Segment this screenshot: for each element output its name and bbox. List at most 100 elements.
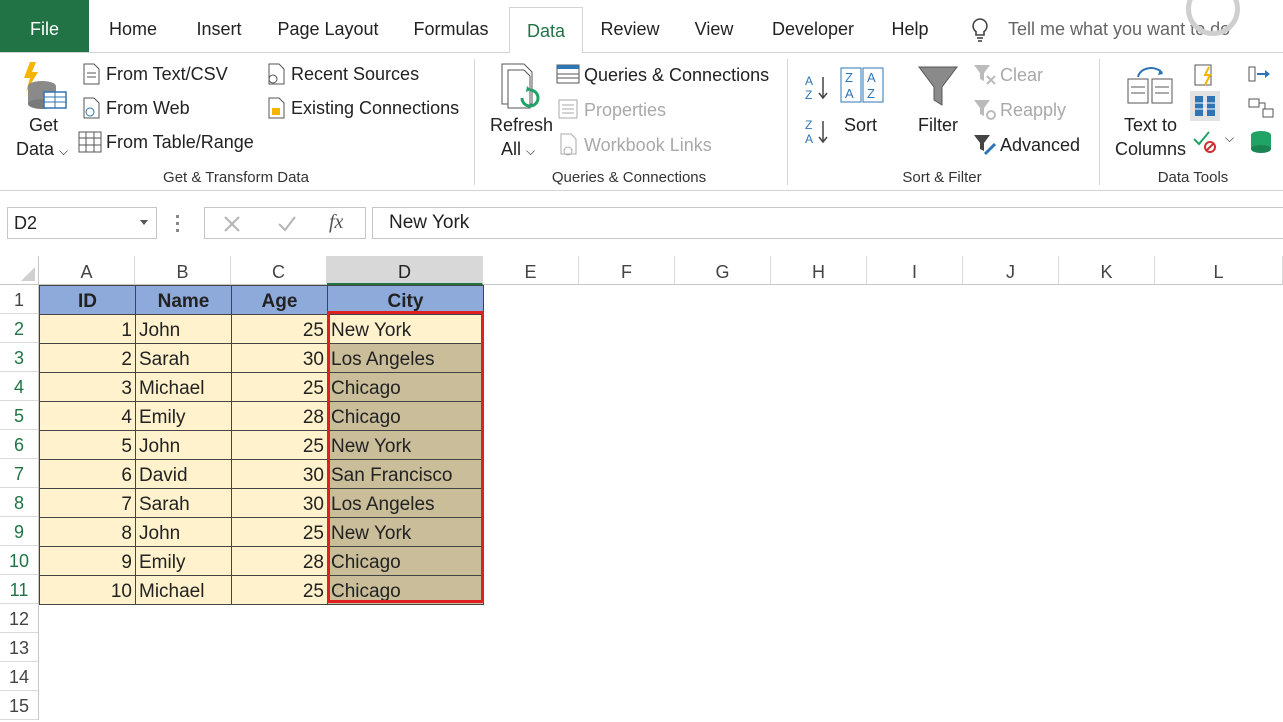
table-cell[interactable]: 1 — [39, 314, 136, 344]
table-cell[interactable]: New York — [327, 314, 484, 344]
existing-connections-button[interactable]: Existing Connections — [291, 98, 459, 119]
tab-view[interactable]: View — [688, 0, 740, 52]
row-header-14[interactable]: 14 — [0, 662, 39, 691]
table-cell[interactable]: 25 — [231, 430, 328, 460]
filter-button[interactable]: Filter — [918, 115, 958, 136]
clear-button[interactable]: Clear — [1000, 65, 1043, 86]
table-cell[interactable]: 28 — [231, 401, 328, 431]
table-cell[interactable]: 25 — [231, 575, 328, 605]
row-header-6[interactable]: 6 — [0, 430, 39, 459]
table-cell[interactable]: 2 — [39, 343, 136, 373]
table-cell[interactable]: Michael — [135, 575, 232, 605]
table-cell[interactable]: San Francisco — [327, 459, 484, 489]
column-header-f[interactable]: F — [579, 256, 675, 285]
refresh-all-button[interactable]: All ⌵ — [501, 139, 535, 160]
table-cell[interactable]: Emily — [135, 546, 232, 576]
table-cell[interactable]: 25 — [231, 314, 328, 344]
row-header-11[interactable]: 11 — [0, 575, 39, 604]
refresh-label-1[interactable]: Refresh — [490, 115, 553, 136]
row-header-2[interactable]: 2 — [0, 314, 39, 343]
table-cell[interactable]: 10 — [39, 575, 136, 605]
table-cell[interactable]: 30 — [231, 459, 328, 489]
row-header-7[interactable]: 7 — [0, 459, 39, 488]
row-header-1[interactable]: 1 — [0, 285, 39, 314]
name-box[interactable]: D2 — [7, 207, 157, 239]
chevron-down-icon[interactable] — [140, 220, 148, 225]
column-header-g[interactable]: G — [675, 256, 771, 285]
tab-home[interactable]: Home — [100, 0, 166, 52]
table-header-cell[interactable]: ID — [39, 285, 136, 315]
workbook-links-button[interactable]: Workbook Links — [584, 135, 712, 156]
tab-page-layout[interactable]: Page Layout — [272, 0, 384, 52]
table-cell[interactable]: 6 — [39, 459, 136, 489]
row-header-4[interactable]: 4 — [0, 372, 39, 401]
table-cell[interactable]: Chicago — [327, 401, 484, 431]
table-cell[interactable]: 30 — [231, 343, 328, 373]
row-header-8[interactable]: 8 — [0, 488, 39, 517]
table-cell[interactable]: New York — [327, 430, 484, 460]
table-cell[interactable]: Sarah — [135, 488, 232, 518]
text-to-columns-label-1[interactable]: Text to — [1124, 115, 1177, 136]
enter-check-icon[interactable] — [277, 215, 297, 233]
table-cell[interactable]: 9 — [39, 546, 136, 576]
tab-insert[interactable]: Insert — [188, 0, 250, 52]
advanced-button[interactable]: Advanced — [1000, 135, 1080, 156]
formula-input[interactable]: New York — [372, 207, 1283, 239]
chevron-down-icon[interactable]: ⌵ — [1225, 131, 1234, 146]
sort-button[interactable]: Sort — [844, 115, 877, 136]
column-header-l[interactable]: L — [1155, 256, 1283, 285]
table-cell[interactable]: Michael — [135, 372, 232, 402]
table-cell[interactable]: John — [135, 517, 232, 547]
column-header-b[interactable]: B — [135, 256, 231, 285]
more-options-icon[interactable] — [176, 213, 180, 235]
row-header-12[interactable]: 12 — [0, 604, 39, 633]
table-cell[interactable]: New York — [327, 517, 484, 547]
row-header-15[interactable]: 15 — [0, 691, 39, 720]
reapply-button[interactable]: Reapply — [1000, 100, 1066, 121]
table-cell[interactable]: Chicago — [327, 546, 484, 576]
row-header-13[interactable]: 13 — [0, 633, 39, 662]
cancel-icon[interactable] — [223, 215, 241, 233]
from-text-csv-button[interactable]: From Text/CSV — [106, 64, 228, 85]
table-cell[interactable]: David — [135, 459, 232, 489]
text-to-columns-label-2[interactable]: Columns — [1115, 139, 1186, 160]
table-cell[interactable]: Chicago — [327, 575, 484, 605]
tab-developer[interactable]: Developer — [763, 0, 863, 52]
column-header-d[interactable]: D — [327, 256, 483, 285]
queries-connections-button[interactable]: Queries & Connections — [584, 65, 769, 86]
row-header-9[interactable]: 9 — [0, 517, 39, 546]
table-cell[interactable]: 28 — [231, 546, 328, 576]
tab-file[interactable]: File — [0, 0, 89, 52]
insert-function-icon[interactable]: fx — [329, 211, 343, 234]
table-cell[interactable]: 25 — [231, 372, 328, 402]
row-header-5[interactable]: 5 — [0, 401, 39, 430]
table-cell[interactable]: Los Angeles — [327, 488, 484, 518]
table-cell[interactable]: John — [135, 430, 232, 460]
table-cell[interactable]: 3 — [39, 372, 136, 402]
column-header-a[interactable]: A — [39, 256, 135, 285]
column-header-k[interactable]: K — [1059, 256, 1155, 285]
remove-duplicates-button[interactable] — [1190, 91, 1220, 121]
table-cell[interactable]: 8 — [39, 517, 136, 547]
select-all-corner[interactable] — [0, 256, 39, 285]
table-cell[interactable]: John — [135, 314, 232, 344]
column-header-j[interactable]: J — [963, 256, 1059, 285]
recent-sources-button[interactable]: Recent Sources — [291, 64, 419, 85]
table-cell[interactable]: 25 — [231, 517, 328, 547]
tab-formulas[interactable]: Formulas — [406, 0, 496, 52]
table-cell[interactable]: 5 — [39, 430, 136, 460]
table-cell[interactable]: Emily — [135, 401, 232, 431]
get-data-label-1[interactable]: Get — [29, 115, 58, 136]
table-cell[interactable]: Sarah — [135, 343, 232, 373]
from-table-range-button[interactable]: From Table/Range — [106, 132, 254, 153]
table-cell[interactable]: Los Angeles — [327, 343, 484, 373]
tab-review[interactable]: Review — [595, 0, 665, 52]
column-header-e[interactable]: E — [483, 256, 579, 285]
row-header-10[interactable]: 10 — [0, 546, 39, 575]
table-header-cell[interactable]: Name — [135, 285, 232, 315]
properties-button[interactable]: Properties — [584, 100, 666, 121]
tab-help[interactable]: Help — [884, 0, 936, 52]
column-header-c[interactable]: C — [231, 256, 327, 285]
get-data-button[interactable]: Data ⌵ — [16, 139, 68, 160]
from-web-button[interactable]: From Web — [106, 98, 190, 119]
